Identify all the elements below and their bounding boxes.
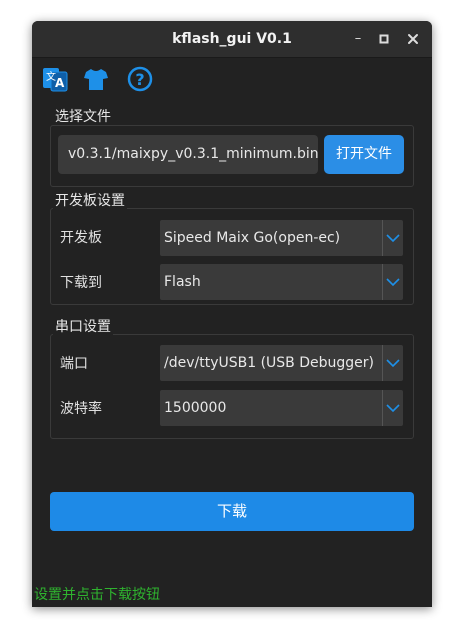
window-title: kflash_gui V0.1 (172, 31, 292, 47)
baud-label: 波特率 (60, 401, 102, 417)
chevron-down-icon[interactable] (382, 390, 403, 426)
tshirt-icon[interactable] (83, 66, 109, 92)
download-to-label: 下载到 (60, 275, 102, 291)
board-label: 开发板 (60, 230, 102, 246)
open-file-button[interactable]: 打开文件 (324, 135, 404, 174)
svg-text:?: ? (135, 70, 144, 89)
title-bar[interactable]: kflash_gui V0.1 – (32, 21, 432, 58)
translate-icon[interactable]: 文 A (42, 66, 68, 92)
chevron-down-icon[interactable] (382, 220, 403, 256)
serial-settings-label: 串口设置 (53, 319, 113, 335)
board-settings-label: 开发板设置 (53, 193, 127, 209)
port-select-value: /dev/ttyUSB1 (USB Debugger) (164, 355, 374, 371)
app-window: kflash_gui V0.1 – 文 A ? 选择文件 v0.3.1/maix… (32, 21, 432, 607)
baud-select-value: 1500000 (164, 400, 227, 416)
board-select[interactable]: Sipeed Maix Go(open-ec) (160, 220, 403, 256)
file-group-label: 选择文件 (53, 109, 113, 125)
port-select[interactable]: /dev/ttyUSB1 (USB Debugger) (160, 345, 403, 381)
download-to-select[interactable]: Flash (160, 264, 403, 300)
close-icon[interactable] (404, 30, 422, 48)
port-label: 端口 (60, 356, 88, 372)
minimize-icon[interactable]: – (349, 30, 367, 48)
maximize-icon[interactable] (375, 30, 393, 48)
status-text: 设置并点击下载按钮 (34, 587, 160, 603)
baud-select[interactable]: 1500000 (160, 390, 403, 426)
file-path-field[interactable]: v0.3.1/maixpy_v0.3.1_minimum.bin (58, 135, 318, 174)
board-select-value: Sipeed Maix Go(open-ec) (164, 230, 341, 246)
help-icon[interactable]: ? (127, 66, 153, 92)
svg-text:A: A (55, 76, 65, 90)
chevron-down-icon[interactable] (382, 345, 403, 381)
chevron-down-icon[interactable] (382, 264, 403, 300)
download-to-value: Flash (164, 274, 201, 290)
download-button[interactable]: 下载 (50, 492, 414, 531)
